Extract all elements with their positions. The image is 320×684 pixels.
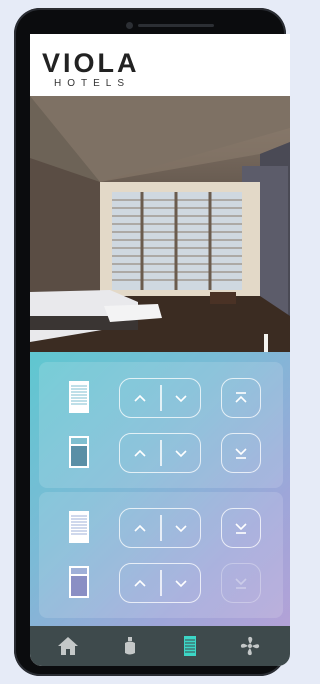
nav-blinds[interactable]	[178, 634, 202, 658]
chevron-up-icon	[134, 579, 146, 587]
app-screen: VIOLA HOTELS	[30, 34, 290, 666]
chevron-down-icon	[175, 450, 187, 458]
camera	[126, 22, 133, 29]
move-to-top-icon	[235, 392, 247, 403]
move-to-bottom-button[interactable]	[221, 508, 261, 548]
speaker	[138, 24, 214, 27]
move-to-bottom-icon	[235, 578, 247, 589]
up-down-control	[119, 508, 201, 548]
blind-down-button[interactable]	[161, 564, 201, 602]
chevron-down-icon	[175, 395, 187, 403]
blind-row	[39, 562, 283, 604]
nav-fan[interactable]	[238, 634, 262, 658]
blinds-icon	[184, 636, 196, 656]
move-to-bottom-icon	[235, 523, 247, 534]
chevron-down-icon	[175, 580, 187, 588]
chevron-up-icon	[134, 449, 146, 457]
blind-open-icon	[67, 380, 91, 414]
fan-icon	[240, 636, 260, 656]
brand-subtitle: HOTELS	[54, 78, 131, 89]
blind-down-button[interactable]	[161, 379, 201, 417]
brand-logo: VIOLA HOTELS	[42, 48, 140, 90]
blind-group-1	[39, 362, 283, 488]
blind-row	[39, 507, 283, 549]
move-to-bottom-button-disabled[interactable]	[221, 563, 261, 603]
nav-home[interactable]	[56, 634, 80, 658]
room-photo	[30, 96, 290, 352]
blind-down-button[interactable]	[161, 509, 201, 547]
blind-up-button[interactable]	[120, 434, 160, 472]
blind-closed-icon	[67, 435, 91, 469]
up-down-control	[119, 378, 201, 418]
blind-up-button[interactable]	[120, 509, 160, 547]
bottom-nav	[30, 626, 290, 666]
chevron-up-icon	[134, 394, 146, 402]
blind-row	[39, 377, 283, 419]
app-header: VIOLA HOTELS	[30, 34, 290, 96]
move-to-bottom-button[interactable]	[221, 433, 261, 473]
blind-closed-icon	[67, 565, 91, 599]
move-to-top-button[interactable]	[221, 378, 261, 418]
up-down-control	[119, 563, 201, 603]
home-icon	[58, 637, 78, 655]
blind-group-2	[39, 492, 283, 618]
blind-down-button[interactable]	[161, 434, 201, 472]
blind-controls-panel	[30, 352, 290, 626]
chevron-down-icon	[175, 525, 187, 533]
move-to-bottom-icon	[235, 448, 247, 459]
blind-row	[39, 432, 283, 474]
lamp-icon	[125, 637, 135, 655]
blind-open-icon	[67, 510, 91, 544]
chevron-up-icon	[134, 524, 146, 532]
nav-lights[interactable]	[118, 634, 142, 658]
up-down-control	[119, 433, 201, 473]
brand-name: VIOLA	[42, 48, 140, 78]
blind-up-button[interactable]	[120, 379, 160, 417]
blind-up-button[interactable]	[120, 564, 160, 602]
